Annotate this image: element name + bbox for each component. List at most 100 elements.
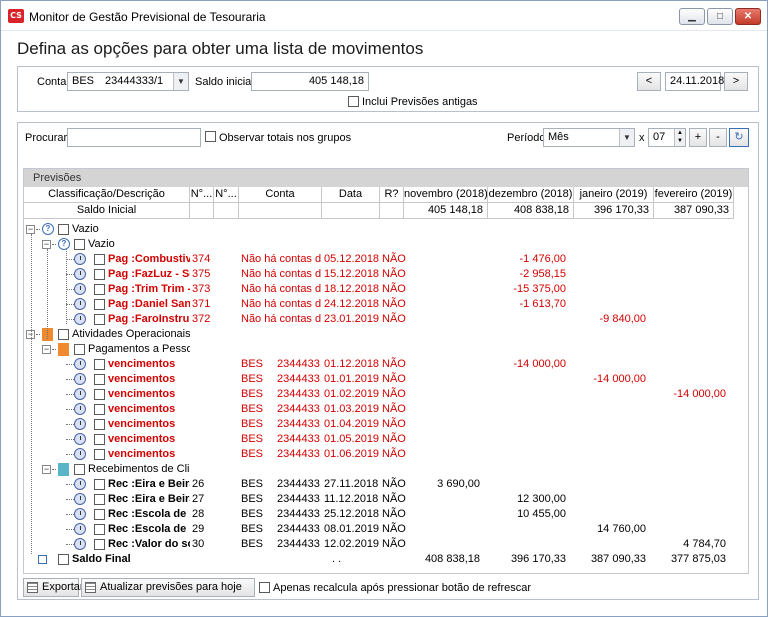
- row-checkbox[interactable]: [94, 419, 105, 430]
- tree-guide: [66, 249, 67, 324]
- saldo-inicial-blank1: [190, 203, 214, 219]
- subgroup-row-recebimentos[interactable]: Recebimentos de Clie...: [88, 462, 190, 477]
- row-checkbox[interactable]: [94, 284, 105, 295]
- row-checkbox[interactable]: [94, 524, 105, 535]
- col-header-conta[interactable]: Conta: [239, 187, 322, 203]
- row-description[interactable]: Rec :Eira e Beira, ...: [108, 492, 190, 507]
- row-conta: BES: [241, 388, 264, 400]
- row-data: 01.05.2019: [324, 433, 380, 445]
- group-row-vazio[interactable]: Vazio: [72, 222, 190, 237]
- refresh-button[interactable]: ↻: [729, 128, 749, 147]
- row-description[interactable]: vencimentos: [108, 372, 190, 387]
- next-date-button[interactable]: >: [724, 72, 748, 91]
- row-num1: 375: [192, 268, 211, 280]
- row-conta: BES: [241, 448, 264, 460]
- row-checkbox[interactable]: [94, 539, 105, 550]
- col-header-r[interactable]: R?: [380, 187, 404, 203]
- row-checkbox[interactable]: [94, 509, 105, 520]
- search-input[interactable]: [67, 128, 201, 147]
- previsoes-grid[interactable]: Previsões Classificação/Descrição N°... …: [23, 168, 749, 574]
- saldo-inicial-jan: 396 170,33: [574, 203, 654, 219]
- row-checkbox[interactable]: [94, 374, 105, 385]
- row-description[interactable]: Pag :Trim Trim - T...: [108, 282, 190, 297]
- row-checkbox[interactable]: [94, 359, 105, 370]
- row-checkbox[interactable]: [94, 314, 105, 325]
- col-header-data[interactable]: Data: [322, 187, 380, 203]
- col-header-nov[interactable]: novembro (2018): [404, 187, 488, 203]
- close-icon: ✕: [743, 11, 753, 22]
- expand-toggle-icon[interactable]: −: [42, 240, 51, 249]
- prev-date-button[interactable]: <: [637, 72, 661, 91]
- row-checkbox[interactable]: [58, 224, 69, 235]
- row-checkbox[interactable]: [94, 479, 105, 490]
- clock-icon: [74, 403, 86, 415]
- row-checkbox[interactable]: [94, 434, 105, 445]
- apenas-recalcula-checkbox[interactable]: [259, 582, 270, 593]
- expand-toggle-icon[interactable]: −: [42, 345, 51, 354]
- row-description[interactable]: vencimentos: [108, 357, 190, 372]
- row-value-fev: [654, 267, 726, 282]
- incluir-previsoes-checkbox[interactable]: [348, 96, 359, 107]
- row-description[interactable]: vencimentos: [108, 402, 190, 417]
- row-checkbox[interactable]: [74, 344, 85, 355]
- date-input[interactable]: 24.11.2018: [665, 72, 724, 91]
- row-checkbox[interactable]: [94, 494, 105, 505]
- expand-toggle-icon[interactable]: −: [42, 465, 51, 474]
- row-description[interactable]: Rec :Escola de M...: [108, 507, 190, 522]
- row-checkbox[interactable]: [74, 464, 85, 475]
- row-checkbox[interactable]: [94, 404, 105, 415]
- row-checkbox[interactable]: [94, 269, 105, 280]
- row-description[interactable]: vencimentos: [108, 432, 190, 447]
- row-checkbox[interactable]: [58, 554, 69, 565]
- row-checkbox[interactable]: [58, 329, 69, 340]
- row-description[interactable]: Rec :Escola de M...: [108, 522, 190, 537]
- col-header-num2[interactable]: N°...: [214, 187, 239, 203]
- col-header-fev[interactable]: fevereiro (2019): [654, 187, 734, 203]
- maximize-button[interactable]: □: [707, 8, 733, 25]
- table-icon: [85, 582, 96, 593]
- col-header-descricao[interactable]: Classificação/Descrição: [24, 187, 190, 203]
- col-header-dez[interactable]: dezembro (2018): [488, 187, 574, 203]
- group-row-atividades[interactable]: Atividades Operacionais: [72, 327, 190, 342]
- add-period-button[interactable]: +: [689, 128, 707, 147]
- tree-connector: [52, 349, 56, 350]
- saldo-inicial-input[interactable]: 405 148,18: [251, 72, 369, 91]
- expand-toggle-icon[interactable]: −: [26, 225, 35, 234]
- row-description[interactable]: Pag :Combustive...: [108, 252, 190, 267]
- col-header-num1[interactable]: N°...: [190, 187, 214, 203]
- row-num1: 30: [192, 538, 205, 550]
- row-checkbox[interactable]: [74, 239, 85, 250]
- row-checkbox[interactable]: [94, 389, 105, 400]
- atualizar-previsoes-button[interactable]: Atualizar previsões para hoje: [81, 578, 255, 597]
- row-checkbox[interactable]: [94, 254, 105, 265]
- row-description[interactable]: Rec :Valor do so...: [108, 537, 190, 552]
- row-description[interactable]: Rec :Eira e Beira, ...: [108, 477, 190, 492]
- row-description[interactable]: vencimentos: [108, 447, 190, 462]
- close-button[interactable]: ✕: [735, 8, 761, 25]
- col-header-jan[interactable]: janeiro (2019): [574, 187, 654, 203]
- minimize-button[interactable]: ▁: [679, 8, 705, 25]
- row-description[interactable]: Pag :FaroInstrum...: [108, 312, 190, 327]
- row-description[interactable]: vencimentos: [108, 387, 190, 402]
- remove-period-button[interactable]: -: [709, 128, 727, 147]
- stepper-arrows-icon[interactable]: ▲ ▼: [674, 129, 685, 146]
- minimize-icon: ▁: [688, 11, 696, 22]
- row-checkbox[interactable]: [94, 449, 105, 460]
- row-value-jan: [574, 417, 646, 432]
- subgroup-row-pagamentos[interactable]: Pagamentos a Pessoal: [88, 342, 190, 357]
- row-description[interactable]: Pag :FazLuz - Ser...: [108, 267, 190, 282]
- subgroup-row-vazio[interactable]: Vazio: [88, 237, 190, 252]
- clock-icon: [74, 493, 86, 505]
- clock-icon: [74, 283, 86, 295]
- exportar-button[interactable]: Exportar: [23, 578, 84, 597]
- row-description[interactable]: Pag :Daniel Sant...: [108, 297, 190, 312]
- observar-totais-checkbox[interactable]: [205, 131, 216, 142]
- row-description[interactable]: vencimentos: [108, 417, 190, 432]
- row-conta-number: 2344433...: [277, 523, 321, 535]
- period-count-stepper[interactable]: 07 ▲ ▼: [648, 128, 686, 147]
- row-conta: Não há contas d...: [241, 298, 321, 310]
- conta-select[interactable]: BES 23444333/1 ▼: [67, 72, 189, 91]
- row-checkbox[interactable]: [94, 299, 105, 310]
- incluir-previsoes-label: Inclui Previsões antigas: [362, 96, 478, 108]
- periodo-select[interactable]: Mês ▼: [543, 128, 635, 147]
